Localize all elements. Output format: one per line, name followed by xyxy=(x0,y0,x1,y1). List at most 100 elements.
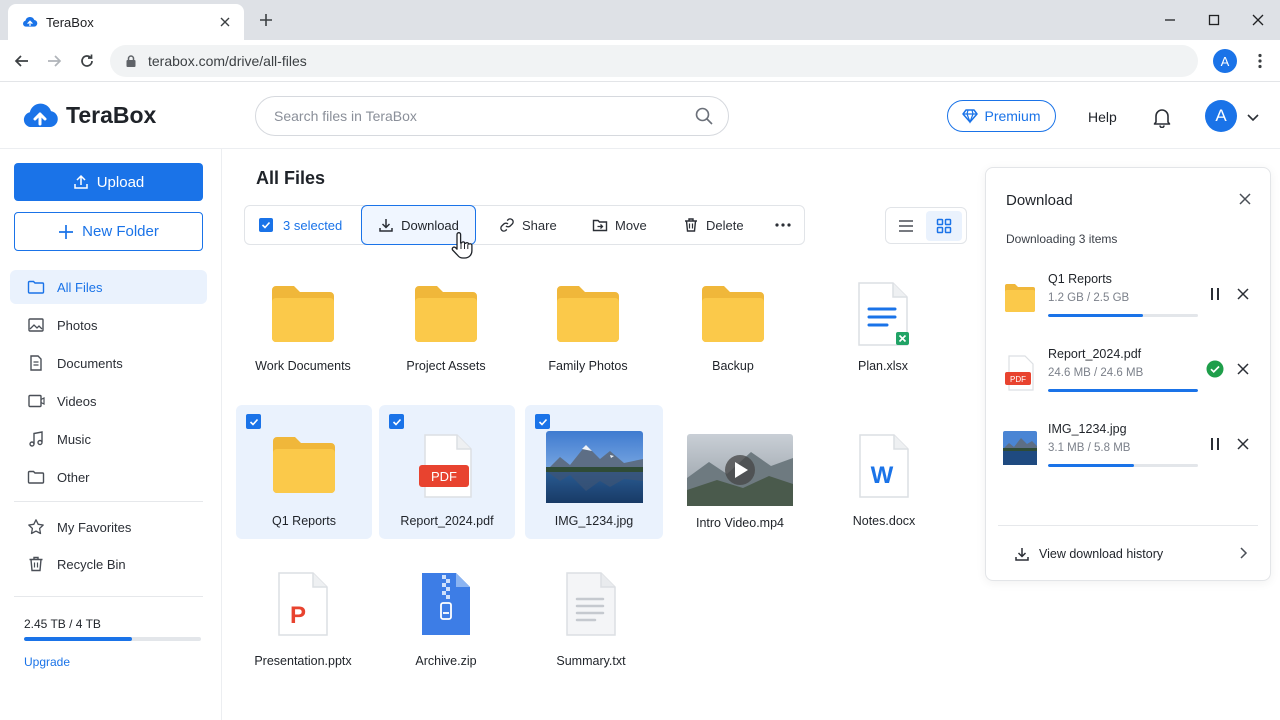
sidebar-item-label: Other xyxy=(57,469,90,485)
lock-icon xyxy=(124,54,138,68)
text-file-icon xyxy=(523,571,659,637)
file-name: Family Photos xyxy=(548,359,628,373)
checkbox-checked-icon[interactable] xyxy=(389,414,404,429)
file-item-txt[interactable]: Summary.txt xyxy=(523,565,659,699)
sidebar-item-music[interactable]: Music xyxy=(10,422,207,456)
file-item-pptx[interactable]: P Presentation.pptx xyxy=(235,565,371,699)
sidebar-item-label: Recycle Bin xyxy=(57,556,126,572)
sidebar-item-documents[interactable]: Documents xyxy=(10,346,207,380)
file-name: Plan.xlsx xyxy=(857,359,909,373)
back-arrow-icon[interactable] xyxy=(12,51,32,71)
sidebar-item-all-files[interactable]: All Files xyxy=(10,270,207,304)
close-icon[interactable] xyxy=(1237,191,1253,207)
trash-icon xyxy=(27,555,45,573)
upload-label: Upload xyxy=(96,173,145,191)
file-item-folder[interactable]: Project Assets xyxy=(378,270,514,404)
reload-icon[interactable] xyxy=(77,51,97,71)
music-icon xyxy=(27,430,45,448)
file-item-docx[interactable]: W Notes.docx xyxy=(816,405,952,539)
file-item-xlsx[interactable]: Plan.xlsx xyxy=(815,270,951,404)
file-item-folder-selected[interactable]: Q1 Reports xyxy=(236,405,372,539)
window-close-icon[interactable] xyxy=(1248,10,1268,30)
address-bar[interactable]: terabox.com/drive/all-files xyxy=(110,45,1198,77)
tab-close-icon[interactable] xyxy=(216,13,234,31)
search-icon[interactable] xyxy=(694,106,714,126)
move-button[interactable]: Move xyxy=(592,206,647,244)
checkbox-checked-icon[interactable] xyxy=(246,414,261,429)
minimize-icon[interactable] xyxy=(1160,10,1180,30)
download-item-name: Q1 Reports xyxy=(1048,272,1112,286)
url-text: terabox.com/drive/all-files xyxy=(148,53,307,69)
bell-icon[interactable] xyxy=(1151,106,1173,128)
upgrade-link[interactable]: Upgrade xyxy=(24,655,70,669)
sidebar-item-videos[interactable]: Videos xyxy=(10,384,207,418)
file-item-folder[interactable]: Family Photos xyxy=(520,270,656,404)
download-item: PDF Report_2024.pdf 24.6 MB / 24.6 MB xyxy=(986,347,1272,407)
sidebar-item-label: Documents xyxy=(57,355,123,371)
browser-tab-strip: TeraBox xyxy=(0,0,1280,40)
search-input[interactable] xyxy=(274,108,694,124)
file-item-folder[interactable]: Backup xyxy=(665,270,801,404)
checkmark-success-icon xyxy=(1206,360,1224,378)
more-options-icon[interactable] xyxy=(775,206,791,244)
browser-menu-icon[interactable] xyxy=(1250,51,1270,71)
sidebar-divider xyxy=(14,501,203,502)
upload-button[interactable]: Upload xyxy=(14,163,203,201)
folder-icon xyxy=(1003,280,1037,316)
chevron-down-icon[interactable] xyxy=(1245,109,1261,125)
sidebar-item-label: Videos xyxy=(57,393,97,409)
file-item-folder[interactable]: Work Documents xyxy=(235,270,371,404)
download-item-size: 24.6 MB / 24.6 MB xyxy=(1048,367,1144,379)
selection-toolbar: 3 selected Share Move Delete xyxy=(244,205,805,245)
document-icon xyxy=(27,354,45,372)
view-download-history-link[interactable]: View download history xyxy=(1014,544,1254,564)
file-item-image-selected[interactable]: IMG_1234.jpg xyxy=(525,405,663,539)
download-label: Download xyxy=(401,217,459,233)
browser-profile-avatar[interactable]: A xyxy=(1213,49,1237,73)
file-name: Backup xyxy=(712,359,754,373)
maximize-icon[interactable] xyxy=(1204,10,1224,30)
folder-icon xyxy=(378,284,514,344)
pause-icon[interactable] xyxy=(1206,285,1224,303)
star-icon xyxy=(27,518,45,536)
list-view-icon[interactable] xyxy=(896,216,916,236)
spreadsheet-file-icon xyxy=(815,281,951,347)
file-item-video[interactable]: Intro Video.mp4 xyxy=(672,405,808,539)
download-icon xyxy=(1014,546,1030,562)
powerpoint-file-icon: P xyxy=(235,571,371,637)
new-folder-button[interactable]: New Folder xyxy=(14,212,203,251)
terabox-logo-icon xyxy=(22,99,58,131)
premium-button[interactable]: Premium xyxy=(947,100,1056,132)
file-name: Summary.txt xyxy=(556,654,626,668)
checkbox-checked-icon[interactable] xyxy=(535,414,550,429)
sidebar-item-photos[interactable]: Photos xyxy=(10,308,207,342)
sidebar-item-other[interactable]: Other xyxy=(10,460,207,494)
download-panel-subtitle: Downloading 3 items xyxy=(1006,232,1118,246)
download-panel-title: Download xyxy=(1006,192,1073,209)
browser-tab[interactable]: TeraBox xyxy=(8,4,244,40)
sidebar: Upload New Folder All Files Photos Docum… xyxy=(0,149,222,720)
cancel-download-icon[interactable] xyxy=(1234,285,1252,303)
grid-view-icon[interactable] xyxy=(926,211,962,241)
selection-count[interactable]: 3 selected xyxy=(259,206,342,244)
search-box[interactable] xyxy=(255,96,729,136)
file-item-pdf-selected[interactable]: PDF Report_2024.pdf xyxy=(379,405,515,539)
remove-download-icon[interactable] xyxy=(1234,360,1252,378)
download-progress-fill xyxy=(1048,464,1134,467)
sidebar-item-favorites[interactable]: My Favorites xyxy=(10,510,207,544)
sidebar-item-recycle-bin[interactable]: Recycle Bin xyxy=(10,547,207,581)
terabox-logo[interactable]: TeraBox xyxy=(22,99,156,131)
hand-pointer-cursor-icon xyxy=(451,232,473,259)
share-button[interactable]: Share xyxy=(499,206,557,244)
cancel-download-icon[interactable] xyxy=(1234,435,1252,453)
sidebar-item-label: Photos xyxy=(57,317,98,333)
pause-icon[interactable] xyxy=(1206,435,1224,453)
file-item-zip[interactable]: Archive.zip xyxy=(378,565,514,699)
upload-icon xyxy=(73,174,89,190)
pdf-badge-text: PDF xyxy=(1010,375,1026,384)
delete-button[interactable]: Delete xyxy=(683,206,744,244)
help-link[interactable]: Help xyxy=(1088,109,1117,125)
forward-arrow-icon[interactable] xyxy=(44,51,64,71)
user-avatar[interactable]: A xyxy=(1205,100,1237,132)
new-tab-icon[interactable] xyxy=(256,10,276,30)
